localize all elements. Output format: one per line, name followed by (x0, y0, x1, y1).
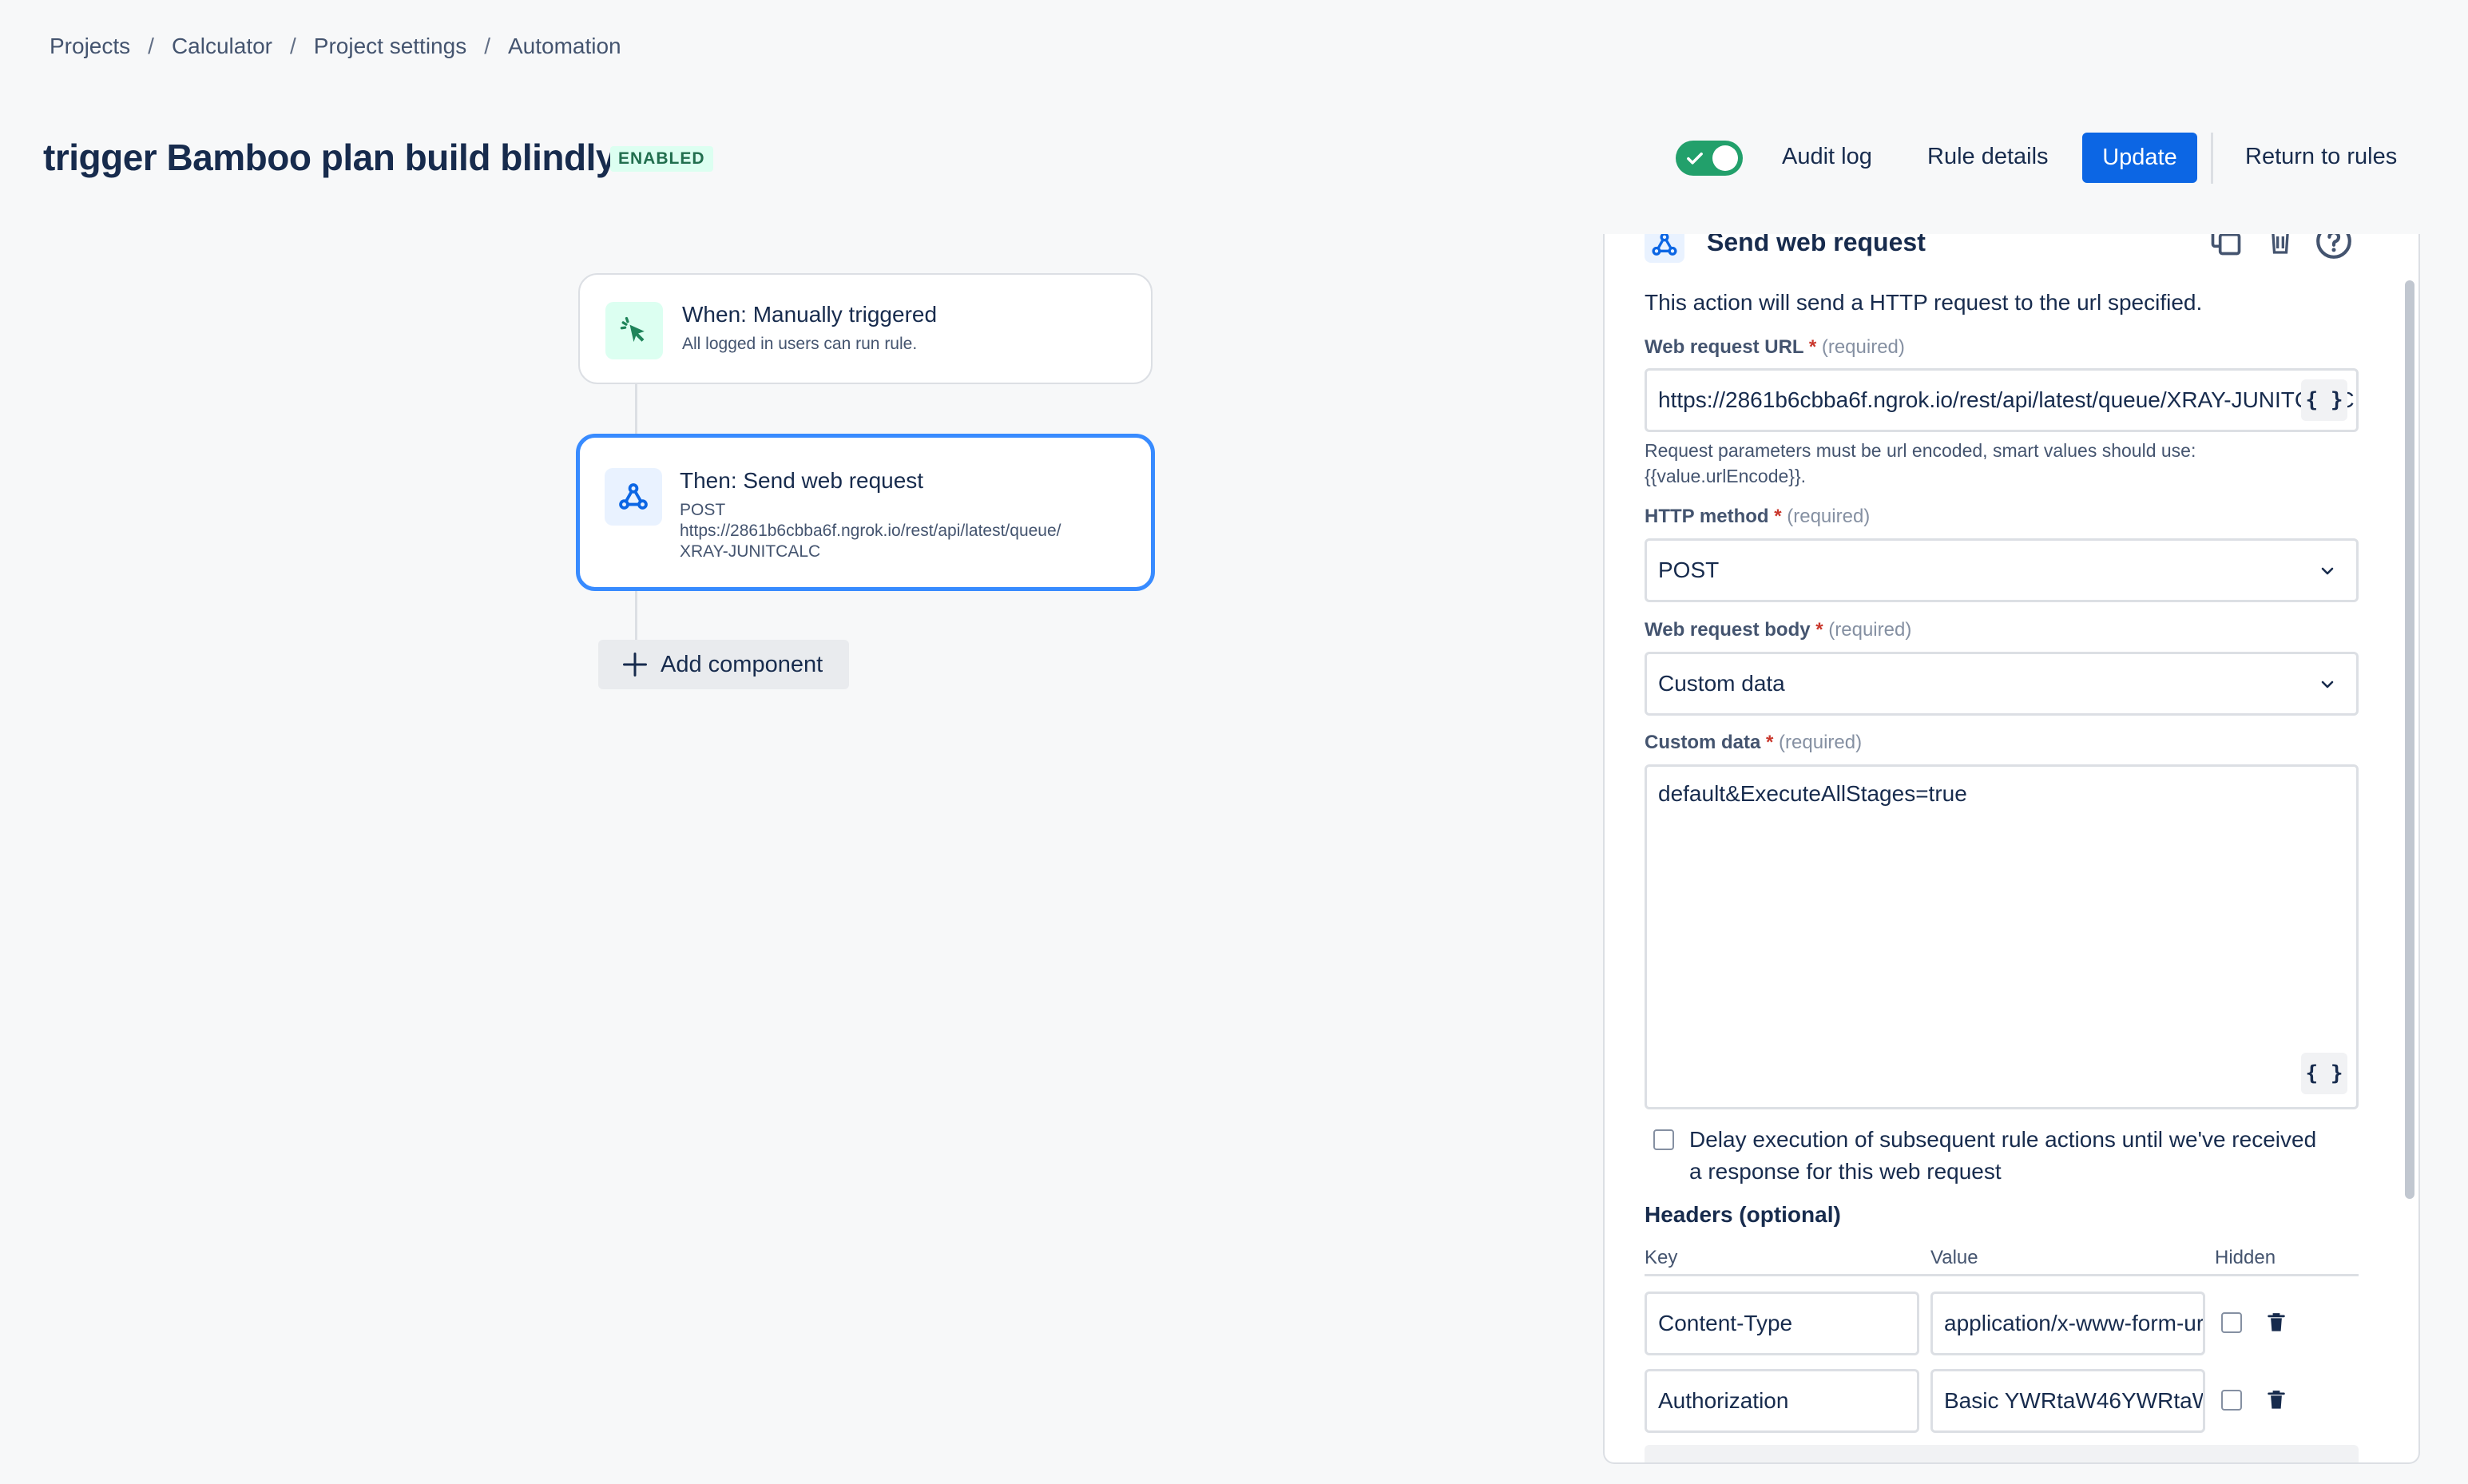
breadcrumb-separator: / (484, 34, 490, 58)
panel-icon-tile (1645, 234, 1684, 263)
delay-text-line-2: a response for this web request (1689, 1159, 2002, 1184)
custom-data-label: Custom data * (required) (1645, 732, 1862, 754)
add-component-button[interactable]: Add component (598, 640, 849, 689)
custom-data-value: default&ExecuteAllStages=true (1658, 781, 1967, 806)
required-text: (required) (1787, 506, 1871, 527)
url-hint-line-1: Request parameters must be url encoded, … (1645, 440, 2196, 461)
trigger-card[interactable]: When: Manually triggered All logged in u… (578, 273, 1153, 384)
header-value-value: application/x-www-form-urlencoded (1944, 1311, 2204, 1335)
body-label-text: Web request body (1645, 619, 1811, 641)
required-mark: * (1774, 506, 1782, 527)
url-smart-value-button[interactable]: { } (2301, 379, 2347, 421)
header-hidden-checkbox[interactable] (2221, 1390, 2242, 1411)
custom-data-smart-value-button[interactable]: { } (2301, 1053, 2347, 1094)
header-key-value: Content-Type (1658, 1311, 1793, 1335)
action-icon-tile (605, 468, 662, 526)
breadcrumb-projects[interactable]: Projects (50, 34, 130, 59)
delay-execution-checkbox[interactable] (1653, 1129, 1674, 1150)
help-icon[interactable] (2314, 234, 2354, 261)
update-button[interactable]: Update (2082, 133, 2197, 183)
action-title: Then: Send web request (680, 468, 924, 493)
breadcrumb-separator: / (290, 34, 296, 58)
headers-col-value: Value (1930, 1247, 1978, 1268)
required-mark: * (1808, 336, 1817, 358)
page-title: trigger Bamboo plan build blindly (43, 137, 616, 178)
panel-description: This action will send a HTTP request to … (1645, 290, 2203, 315)
flow-connector (635, 591, 637, 640)
add-header-button[interactable] (1645, 1445, 2359, 1462)
trash-icon[interactable] (2264, 1311, 2288, 1335)
component-config-panel: Send web request This action will send a… (1603, 234, 2420, 1464)
headers-col-key: Key (1645, 1247, 1678, 1268)
check-icon (1687, 153, 1703, 165)
headers-col-hidden: Hidden (2215, 1247, 2276, 1268)
rule-enabled-toggle[interactable] (1676, 141, 1743, 176)
breadcrumb-calculator[interactable]: Calculator (172, 34, 272, 59)
breadcrumb-project-settings[interactable]: Project settings (314, 34, 466, 59)
duplicate-icon[interactable] (2208, 234, 2244, 258)
required-text: (required) (1779, 732, 1863, 753)
required-mark: * (1815, 619, 1823, 641)
required-text: (required) (1828, 619, 1912, 641)
header-value-value: Basic YWRtaW46YWRtaW4= (1944, 1388, 2203, 1413)
header-key-value: Authorization (1658, 1388, 1789, 1413)
method-label: HTTP method * (required) (1645, 506, 1870, 528)
breadcrumb: Projects / Calculator / Project settings… (50, 34, 621, 59)
audit-log-button[interactable]: Audit log (1782, 144, 1872, 170)
required-mark: * (1766, 732, 1774, 753)
url-hint-line-2: {{value.urlEncode}}. (1645, 466, 1807, 486)
status-badge: ENABLED (610, 146, 713, 172)
header-divider (2211, 133, 2213, 184)
body-value: Custom data (1658, 671, 1785, 696)
plus-icon (623, 653, 647, 677)
toggle-knob (1712, 145, 1738, 171)
url-label-text: Web request URL (1645, 336, 1804, 358)
action-method: POST (680, 501, 726, 519)
body-label: Web request body * (required) (1645, 619, 1911, 641)
delay-text-line-1: Delay execution of subsequent rule actio… (1689, 1127, 2317, 1152)
return-to-rules-button[interactable]: Return to rules (2245, 144, 2397, 170)
action-url-continued: XRAY-JUNITCALC (680, 542, 821, 561)
http-method-select[interactable]: POST (1645, 538, 2359, 602)
add-component-label: Add component (661, 651, 823, 677)
breadcrumb-separator: / (148, 34, 154, 58)
webhook-icon (1652, 234, 1677, 256)
action-card[interactable]: Then: Send web request POST https://2861… (576, 434, 1155, 591)
header-key-input[interactable]: Authorization (1645, 1369, 1919, 1433)
webhook-icon (619, 483, 648, 510)
required-text: (required) (1821, 336, 1905, 358)
flow-connector (635, 384, 637, 434)
header-hidden-checkbox[interactable] (2221, 1312, 2242, 1333)
header-value-input[interactable]: application/x-www-form-urlencoded (1930, 1292, 2205, 1355)
chevron-down-icon (2321, 567, 2334, 575)
web-request-url-input[interactable]: https://2861b6cbba6f.ngrok.io/rest/api/l… (1645, 368, 2359, 432)
method-label-text: HTTP method (1645, 506, 1769, 527)
url-label: Web request URL * (required) (1645, 336, 1905, 359)
trash-icon[interactable] (2264, 1388, 2288, 1412)
trigger-title: When: Manually triggered (682, 302, 938, 327)
trigger-icon-tile (605, 302, 663, 359)
panel-scrollbar[interactable] (2405, 280, 2414, 1199)
trash-icon[interactable] (2264, 234, 2296, 258)
trigger-subtitle: All logged in users can run rule. (682, 335, 918, 353)
breadcrumb-automation[interactable]: Automation (508, 34, 621, 59)
header-value-input[interactable]: Basic YWRtaW46YWRtaW4= (1930, 1369, 2205, 1433)
header-key-input[interactable]: Content-Type (1645, 1292, 1919, 1355)
url-value: https://2861b6cbba6f.ngrok.io/rest/api/l… (1658, 387, 2355, 412)
url-hint: Request parameters must be url encoded, … (1645, 438, 2196, 489)
headers-title: Headers (optional) (1645, 1202, 1841, 1227)
custom-data-label-text: Custom data (1645, 732, 1761, 753)
method-value: POST (1658, 557, 1720, 582)
action-url: https://2861b6cbba6f.ngrok.io/rest/api/l… (680, 522, 1061, 540)
headers-divider (1645, 1274, 2359, 1276)
chevron-down-icon (2321, 680, 2334, 688)
rule-details-button[interactable]: Rule details (1927, 144, 2049, 170)
delay-execution-label: Delay execution of subsequent rule actio… (1689, 1124, 2316, 1188)
cursor-click-icon (620, 316, 645, 343)
panel-title: Send web request (1707, 234, 1926, 256)
web-request-body-select[interactable]: Custom data (1645, 652, 2359, 716)
custom-data-textarea[interactable]: default&ExecuteAllStages=true (1645, 764, 2359, 1109)
